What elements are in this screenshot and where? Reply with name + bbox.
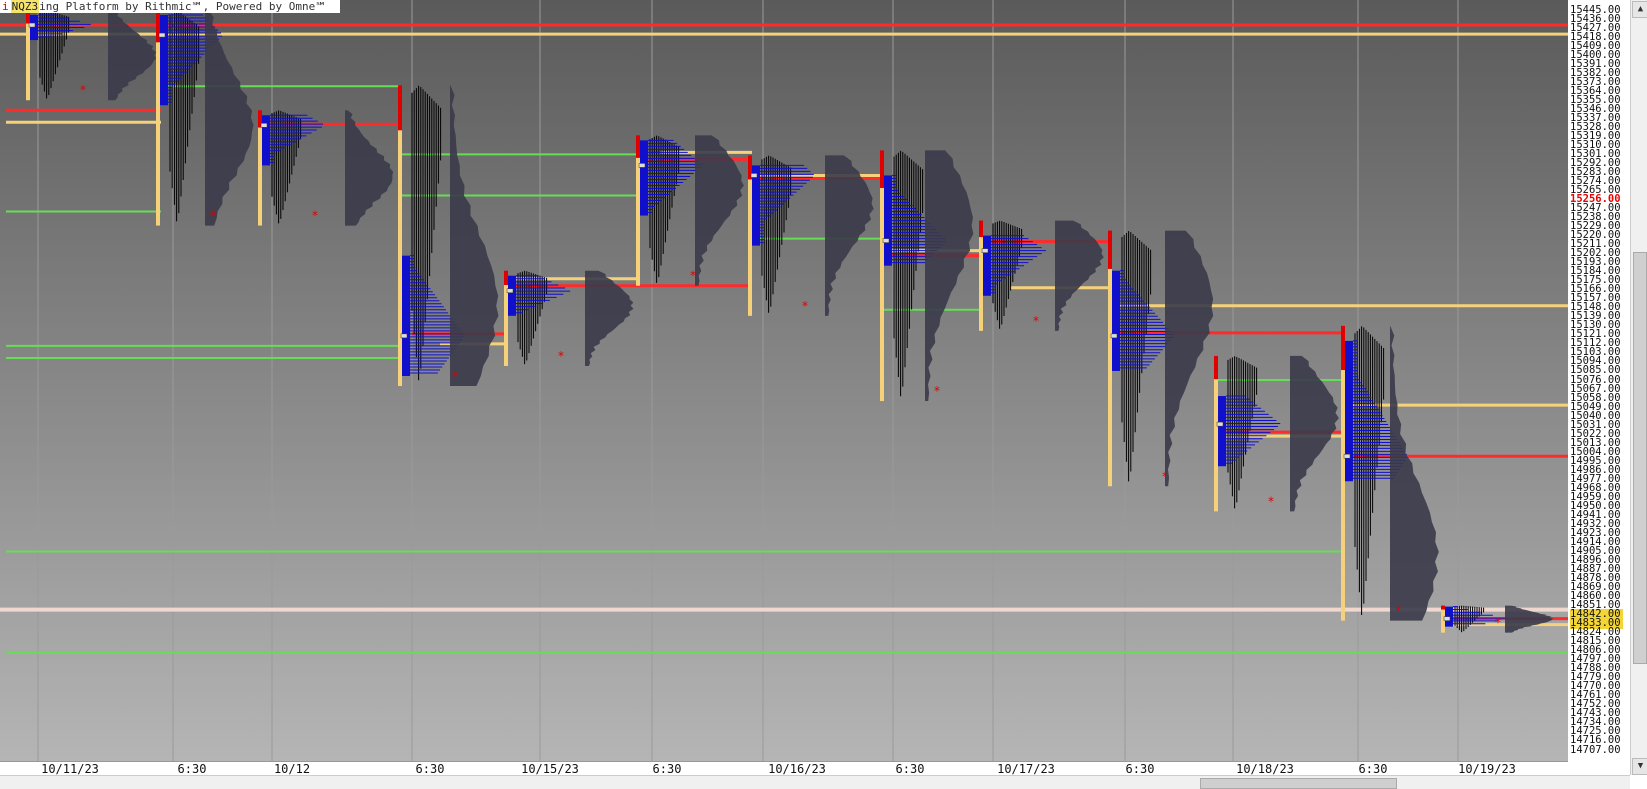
scroll-up-icon[interactable]: ▲ [1632,1,1647,18]
open-marker [158,32,166,38]
session-range-body [156,42,160,226]
session-range-body [26,23,30,101]
single-print-marker: * [1495,616,1501,630]
vertical-scrollbar[interactable]: ▲ ▼ [1630,0,1647,775]
time-tick-label: 10/12 [273,762,311,776]
single-print-marker: * [1162,469,1168,483]
scroll-down-icon[interactable]: ▼ [1632,758,1647,775]
open-marker [981,248,989,253]
open-marker [750,173,758,178]
session-range-body [748,179,752,316]
time-tick-label: 10/11/23 [41,762,99,776]
open-marker [28,22,36,28]
time-tick-label: 6:30 [652,762,682,776]
open-marker [882,238,890,243]
session-range-high [1108,230,1112,269]
open-marker [1443,616,1451,621]
horizontal-scrollbar[interactable] [0,775,1630,789]
window-title: i NQZ3ing Platform by Rithmic℠, Powered b… [0,0,340,13]
open-marker [400,333,408,339]
single-print-marker: * [452,369,458,383]
time-tick-label: 6:30 [177,762,207,776]
session-range-body [504,284,508,366]
single-print-marker: * [1395,604,1401,618]
time-tick-label: 10/15/23 [521,762,579,776]
title-text: ing Platform by Rithmic℠, Powered by Omn… [39,0,327,13]
session-range-body [1441,609,1445,633]
session-range-body [636,157,640,286]
session-range-body [1108,268,1112,487]
value-area-bar [1112,270,1120,371]
horizontal-scroll-thumb[interactable] [1200,778,1397,789]
session-range-high [880,150,884,188]
single-print-marker: * [934,384,940,398]
session-range-body [258,127,262,226]
value-area-bar [160,15,168,106]
single-print-marker: * [210,209,216,223]
time-axis[interactable]: 10/11/23 6:30 10/12 6:30 10/15/23 6:30 10/16/2… [0,761,1568,776]
single-print-marker: * [1033,314,1039,328]
time-tick-label: 6:30 [1358,762,1388,776]
open-marker [1110,333,1118,339]
price-axis[interactable]: 15445.00 15436.00 15427.00 15418.00 15409.00… [1568,0,1630,761]
session-range-high [1341,325,1345,371]
session-range-body [1341,370,1345,621]
session-range-body [1214,379,1218,512]
single-print-marker: * [558,349,564,363]
value-area-bar [640,140,648,216]
time-tick-label: 6:30 [1125,762,1155,776]
title-lead: i [2,0,9,13]
open-marker [638,163,646,168]
session-range-body [398,130,402,387]
single-print-marker: * [312,209,318,223]
value-area-bar [1345,340,1353,482]
value-area-bar [402,255,410,376]
session-range-high [636,135,640,158]
session-range-high [504,270,508,285]
session-range-high [156,10,160,43]
time-tick-label: 6:30 [415,762,445,776]
session-range-high [398,85,402,131]
time-tick-label: 10/17/23 [997,762,1055,776]
single-print-marker: * [690,269,696,283]
time-tick-label: 6:30 [895,762,925,776]
open-marker [1343,453,1351,459]
value-area-bar [262,115,270,166]
value-area-bar [508,275,516,316]
single-print-marker: * [802,299,808,313]
value-area-bar [983,235,991,296]
single-print-marker: * [1268,494,1274,508]
open-marker [1216,421,1224,427]
session-range-high [1214,355,1218,380]
session-range-high [979,220,983,238]
time-tick-label: 10/18/23 [1236,762,1294,776]
market-profile-chart[interactable]: * * * * * * * * * * * * * [0,0,1568,761]
open-marker [506,288,514,294]
session-range-body [880,187,884,402]
session-range-high [1441,605,1445,610]
time-tick-label: 10/19/23 [1458,762,1516,776]
value-area-bar [1218,396,1226,467]
open-marker [260,123,268,128]
price-tick-label: 14707.00 [1570,743,1621,756]
trading-platform-window: * * * * * * * * * * * * * i NQZ3ing Platform by Rithm… [0,0,1647,789]
time-tick-label: 10/16/23 [768,762,826,776]
vertical-scroll-thumb[interactable] [1633,252,1647,664]
value-area-bar [884,175,892,266]
symbol-label[interactable]: NQZ3 [10,0,40,13]
value-area-bar [30,15,38,41]
single-print-marker: * [80,83,86,97]
